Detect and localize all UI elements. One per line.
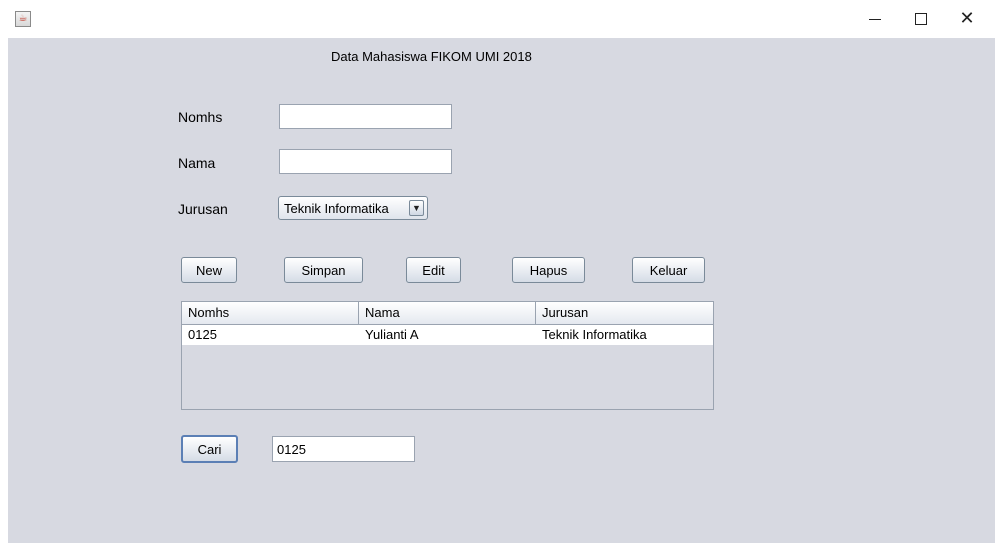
edit-button[interactable]: Edit [406,257,461,283]
cell-nomhs: 0125 [188,327,217,342]
minimize-icon [869,18,881,20]
keluar-button[interactable]: Keluar [632,257,705,283]
minimize-button[interactable] [852,0,898,38]
maximize-button[interactable] [898,0,944,38]
chevron-down-icon[interactable]: ▼ [409,200,424,216]
column-header-nomhs[interactable]: Nomhs [182,302,359,324]
close-icon: ✕ [959,8,975,29]
jurusan-label: Jurusan [178,201,228,217]
nomhs-label: Nomhs [178,109,223,125]
table-row[interactable]: 0125 Yulianti A Teknik Informatika [182,325,713,345]
column-header-jurusan[interactable]: Jurusan [536,302,713,324]
nomhs-input[interactable] [279,104,452,129]
hapus-button[interactable]: Hapus [512,257,585,283]
new-button[interactable]: New [181,257,237,283]
jurusan-select[interactable]: Teknik Informatika ▼ [278,196,428,220]
close-button[interactable]: ✕ [944,0,990,38]
maximize-icon [915,13,927,25]
cari-button[interactable]: Cari [181,435,238,463]
mahasiswa-table[interactable]: Nomhs Nama Jurusan 0125 Yulianti A Tekni… [181,301,714,410]
simpan-button[interactable]: Simpan [284,257,363,283]
column-header-nama[interactable]: Nama [359,302,536,324]
title-bar: ☕ ✕ [0,0,995,38]
nama-label: Nama [178,155,216,171]
nama-input[interactable] [279,149,452,174]
cell-nama: Yulianti A [365,327,419,342]
main-panel: Data Mahasiswa FIKOM UMI 2018 Nomhs Nama… [8,38,995,543]
search-input[interactable] [272,436,415,462]
table-header: Nomhs Nama Jurusan [182,302,713,325]
jurusan-selected-value: Teknik Informatika [284,201,389,216]
page-title: Data Mahasiswa FIKOM UMI 2018 [331,49,532,64]
cell-jurusan: Teknik Informatika [542,327,647,342]
java-icon[interactable]: ☕ [15,11,31,27]
